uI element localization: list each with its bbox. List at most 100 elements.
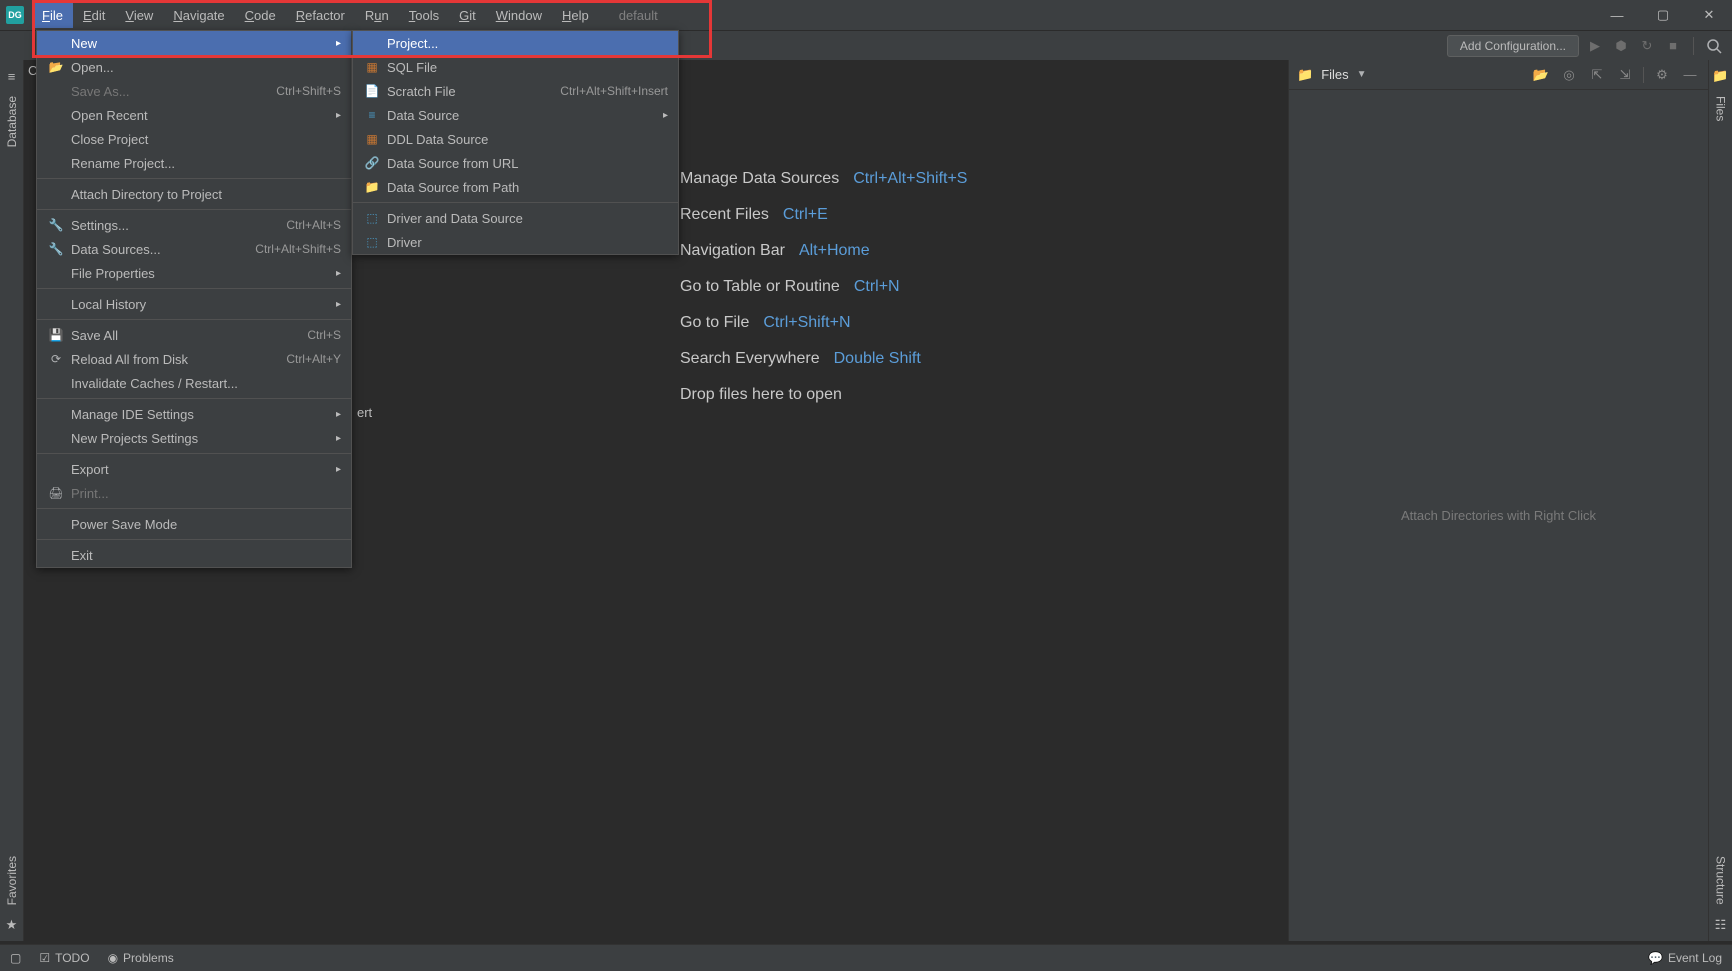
menu-file-properties[interactable]: File Properties▸ <box>37 261 351 285</box>
menu-invalidate[interactable]: Invalidate Caches / Restart... <box>37 371 351 395</box>
menu-help[interactable]: Help <box>552 3 599 28</box>
files-tool-button[interactable]: Files <box>1714 88 1728 129</box>
database-tool-button[interactable]: Database <box>5 88 19 155</box>
submenu-sql-file[interactable]: ▦SQL File <box>353 55 678 79</box>
files-rail-icon[interactable]: 📁 <box>1713 68 1729 84</box>
files-panel-hint: Attach Directories with Right Click <box>1401 508 1596 523</box>
database-icon: ≡ <box>363 108 381 122</box>
welcome-text: Go to File <box>680 314 749 332</box>
menu-export[interactable]: Export▸ <box>37 457 351 481</box>
menu-power-save[interactable]: Power Save Mode <box>37 512 351 536</box>
welcome-shortcut: Ctrl+E <box>783 206 828 224</box>
files-panel-title: Files <box>1321 67 1348 82</box>
rerun-icon[interactable]: ↻ <box>1637 36 1657 56</box>
new-submenu-dropdown: Project... ▦SQL File 📄Scratch FileCtrl+A… <box>352 30 679 255</box>
status-bar: ▢ ☑TODO ◉Problems 💬Event Log <box>0 944 1732 971</box>
url-icon: 🔗 <box>363 156 381 170</box>
welcome-shortcut: Ctrl+N <box>854 278 900 296</box>
ddl-icon: ▦ <box>363 132 381 146</box>
driver-icon: ⬚ <box>363 235 381 249</box>
maximize-button[interactable]: ▢ <box>1640 0 1686 30</box>
welcome-text: Manage Data Sources <box>680 170 839 188</box>
welcome-text: Drop files here to open <box>680 386 842 404</box>
menu-new[interactable]: New▸ <box>37 31 351 55</box>
menu-open-recent[interactable]: Open Recent▸ <box>37 103 351 127</box>
expand-icon[interactable]: ⇱ <box>1587 65 1607 85</box>
menu-reload[interactable]: ⟳Reload All from DiskCtrl+Alt+Y <box>37 347 351 371</box>
project-label: default <box>619 8 658 23</box>
driver-icon: ⬚ <box>363 211 381 225</box>
star-icon: ★ <box>4 917 20 933</box>
welcome-shortcut: Alt+Home <box>799 242 870 260</box>
submenu-data-source[interactable]: ≡Data Source▸ <box>353 103 678 127</box>
submenu-driver-ds[interactable]: ⬚Driver and Data Source <box>353 206 678 230</box>
welcome-text: Recent Files <box>680 206 769 224</box>
target-icon[interactable]: ◎ <box>1559 65 1579 85</box>
menu-file[interactable]: File <box>32 3 73 28</box>
menu-manage-ide[interactable]: Manage IDE Settings▸ <box>37 402 351 426</box>
menu-data-sources[interactable]: 🔧Data Sources...Ctrl+Alt+Shift+S <box>37 237 351 261</box>
open-folder-icon[interactable]: 📂 <box>1531 65 1551 85</box>
menu-rename-project[interactable]: Rename Project... <box>37 151 351 175</box>
menu-git[interactable]: Git <box>449 3 486 28</box>
menu-print[interactable]: 🖨Print... <box>37 481 351 505</box>
file-menu-dropdown: New▸ 📂Open... Save As...Ctrl+Shift+S Ope… <box>36 30 352 568</box>
files-panel: 📁 Files ▼ 📂 ◎ ⇱ ⇲ ⚙ — Attach Directories… <box>1288 60 1708 941</box>
behind-text: ert <box>357 405 372 420</box>
files-panel-body[interactable]: Attach Directories with Right Click <box>1289 90 1708 941</box>
submenu-ddl-data-source[interactable]: ▦DDL Data Source <box>353 127 678 151</box>
menu-open[interactable]: 📂Open... <box>37 55 351 79</box>
close-button[interactable]: ✕ <box>1686 0 1732 30</box>
collapse-icon[interactable]: ⇲ <box>1615 65 1635 85</box>
submenu-ds-url[interactable]: 🔗Data Source from URL <box>353 151 678 175</box>
structure-icon: ☷ <box>1713 917 1729 933</box>
database-rail-icon[interactable]: ≡ <box>4 68 20 84</box>
sql-file-icon: ▦ <box>363 60 381 74</box>
submenu-project[interactable]: Project... <box>353 31 678 55</box>
welcome-shortcut: Double Shift <box>834 350 921 368</box>
menu-new-projects-settings[interactable]: New Projects Settings▸ <box>37 426 351 450</box>
menu-bar: DG File Edit View Navigate Code Refactor… <box>0 0 1732 30</box>
problems-tool-button[interactable]: ◉Problems <box>108 951 174 965</box>
hide-icon[interactable]: — <box>1680 65 1700 85</box>
files-panel-header: 📁 Files ▼ 📂 ◎ ⇱ ⇲ ⚙ — <box>1289 60 1708 90</box>
window-controls: — ▢ ✕ <box>1594 0 1732 30</box>
menu-save-all[interactable]: 💾Save AllCtrl+S <box>37 323 351 347</box>
menu-settings[interactable]: 🔧Settings...Ctrl+Alt+S <box>37 213 351 237</box>
submenu-driver[interactable]: ⬚Driver <box>353 230 678 254</box>
menu-tools[interactable]: Tools <box>399 3 449 28</box>
chevron-down-icon[interactable]: ▼ <box>1357 69 1367 80</box>
menu-window[interactable]: Window <box>486 3 552 28</box>
print-icon: 🖨 <box>47 486 65 500</box>
scratch-icon: 📄 <box>363 84 381 98</box>
menu-close-project[interactable]: Close Project <box>37 127 351 151</box>
stop-icon[interactable]: ■ <box>1663 36 1683 56</box>
favorites-tool-button[interactable]: Favorites <box>5 848 19 913</box>
menu-local-history[interactable]: Local History▸ <box>37 292 351 316</box>
check-icon: ☑ <box>39 951 50 965</box>
structure-tool-button[interactable]: Structure <box>1714 848 1728 913</box>
bottom-toggle-icon[interactable]: ▢ <box>10 951 21 965</box>
balloon-icon: 💬 <box>1648 951 1663 965</box>
menu-save-as[interactable]: Save As...Ctrl+Shift+S <box>37 79 351 103</box>
debug-icon[interactable]: ⬢ <box>1611 36 1631 56</box>
welcome-text: Search Everywhere <box>680 350 820 368</box>
add-configuration-button[interactable]: Add Configuration... <box>1447 35 1579 57</box>
menu-navigate[interactable]: Navigate <box>163 3 234 28</box>
event-log-button[interactable]: 💬Event Log <box>1648 951 1722 965</box>
search-icon[interactable] <box>1704 36 1724 56</box>
submenu-ds-path[interactable]: 📁Data Source from Path <box>353 175 678 199</box>
menu-attach-directory[interactable]: Attach Directory to Project <box>37 182 351 206</box>
menu-exit[interactable]: Exit <box>37 543 351 567</box>
gear-icon[interactable]: ⚙ <box>1652 65 1672 85</box>
menu-view[interactable]: View <box>115 3 163 28</box>
submenu-scratch-file[interactable]: 📄Scratch FileCtrl+Alt+Shift+Insert <box>353 79 678 103</box>
menu-code[interactable]: Code <box>235 3 286 28</box>
reload-icon: ⟳ <box>47 352 65 366</box>
minimize-button[interactable]: — <box>1594 0 1640 30</box>
todo-tool-button[interactable]: ☑TODO <box>39 951 89 965</box>
menu-refactor[interactable]: Refactor <box>286 3 355 28</box>
run-icon[interactable]: ▶ <box>1585 36 1605 56</box>
menu-edit[interactable]: Edit <box>73 3 115 28</box>
menu-run[interactable]: Run <box>355 3 399 28</box>
